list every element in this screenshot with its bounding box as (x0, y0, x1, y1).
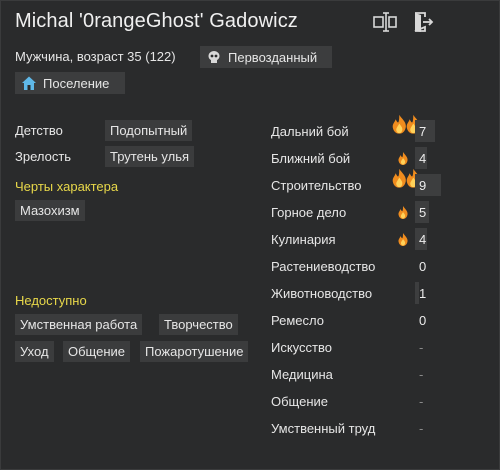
childhood-label: Детство (15, 123, 63, 138)
skill-level: 4 (419, 151, 427, 166)
skill-level: 0 (419, 259, 427, 274)
skill-level: 5 (419, 205, 427, 220)
skill-level: - (419, 394, 424, 409)
skill-level: 1 (419, 286, 427, 301)
skill-name: Ремесло (271, 313, 324, 328)
skill-name: Ближний бой (271, 151, 351, 166)
incapable-chip[interactable]: Умственная работа (15, 314, 143, 335)
skill-name: Растениеводство (271, 259, 376, 274)
skill-name: Строительство (271, 178, 362, 193)
skill-level: - (419, 367, 424, 382)
incapable-chip[interactable]: Уход (15, 341, 54, 362)
minor-passion-icon (398, 233, 408, 246)
major-passion-icon (392, 114, 420, 141)
skill-name: Животноводство (271, 286, 373, 301)
skill-level: 0 (419, 313, 427, 328)
pawn-gender-age: Мужчина, возраст 35 (122) (15, 49, 176, 64)
home-icon (21, 75, 37, 91)
skull-icon (206, 49, 222, 65)
settlement-tag[interactable]: Поселение (15, 72, 125, 94)
skill-name: Горное дело (271, 205, 347, 220)
skill-name: Искусство (271, 340, 332, 355)
skill-name: Дальний бой (271, 124, 349, 139)
pawn-name[interactable]: Michal '0rangeGhost' Gadowicz (15, 10, 298, 33)
skill-level: - (419, 340, 424, 355)
incapable-chip[interactable]: Общение (63, 341, 131, 362)
adulthood-backstory[interactable]: Трутень улья (105, 146, 195, 167)
incapable-heading: Недоступно (15, 293, 87, 308)
skill-name: Умственный труд (271, 421, 376, 436)
skill-level: 9 (419, 178, 427, 193)
skill-level: 7 (419, 124, 427, 139)
traits-heading: Черты характера (15, 179, 119, 194)
minor-passion-icon (398, 152, 408, 165)
rename-icon[interactable] (373, 11, 397, 33)
trait-chip[interactable]: Мазохизм (15, 200, 85, 221)
faction-label: Первозданный (228, 49, 318, 65)
banish-icon[interactable] (411, 11, 435, 33)
adulthood-label: Зрелость (15, 149, 72, 164)
incapable-chip[interactable]: Пожаротушение (140, 341, 249, 362)
skill-level: 4 (419, 232, 427, 247)
character-card-panel: Michal '0rangeGhost' Gadowicz Мужчина, в… (0, 0, 500, 470)
childhood-backstory[interactable]: Подопытный (105, 120, 193, 141)
header-icons (373, 11, 435, 33)
minor-passion-icon (398, 206, 408, 219)
faction-tag[interactable]: Первозданный (200, 46, 332, 68)
skill-level: - (419, 421, 424, 436)
major-passion-icon (392, 168, 420, 195)
incapable-chip[interactable]: Творчество (159, 314, 238, 335)
skill-name: Кулинария (271, 232, 336, 247)
skill-name: Медицина (271, 367, 333, 382)
skill-name: Общение (271, 394, 329, 409)
settlement-label: Поселение (43, 75, 110, 91)
